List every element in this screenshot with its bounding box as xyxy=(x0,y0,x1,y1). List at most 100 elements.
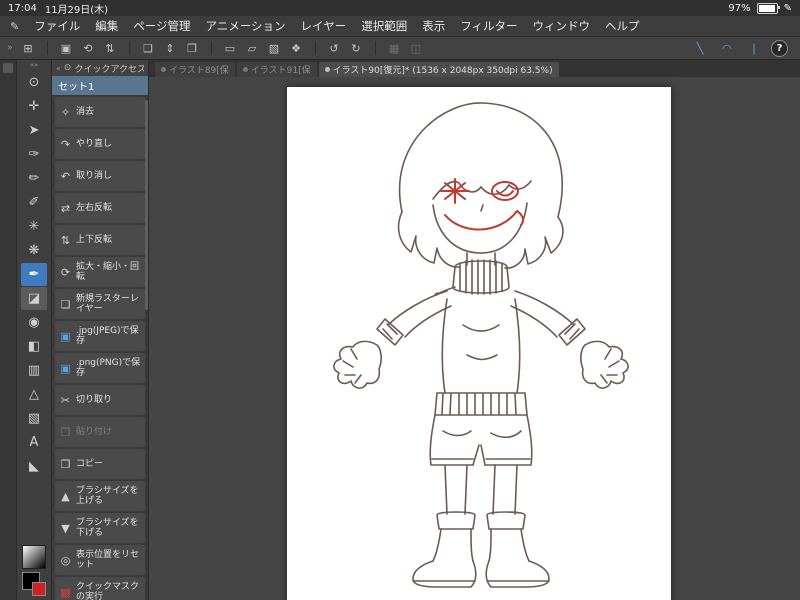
quick-action-flip-horizontal[interactable]: ⇄ 左右反転 xyxy=(55,193,145,223)
quick-access-scrollbar[interactable] xyxy=(145,100,148,310)
decoration-tool[interactable]: ❋ xyxy=(21,239,47,262)
status-left: 17:04 11月29日(木) xyxy=(8,1,108,16)
quick-action-cut[interactable]: ✂ 切り取り xyxy=(55,385,145,415)
quick-action-save-png[interactable]: ▣ .png(PNG)で保存 xyxy=(55,353,145,383)
unsaved-dot xyxy=(324,67,330,72)
crop-icon[interactable]: ❖ xyxy=(286,39,306,57)
selection-tool[interactable]: ▧ xyxy=(21,407,47,430)
collapse-panel-icon[interactable]: » xyxy=(4,39,16,57)
navigate-pages-icon[interactable]: ⇕ xyxy=(160,39,180,57)
ruler-tool[interactable]: ◣ xyxy=(21,455,47,478)
unsaved-dot xyxy=(161,67,166,72)
undo-icon: ↶ xyxy=(60,169,71,183)
menu-file[interactable]: ファイル xyxy=(34,18,80,34)
gradient-swatch[interactable] xyxy=(22,545,46,569)
search-icon[interactable]: ⊙ xyxy=(64,63,72,73)
airbrush-tool[interactable]: ✳ xyxy=(21,215,47,238)
quick-action-paste[interactable]: ❒ 貼り付け xyxy=(55,417,145,447)
document-tab[interactable]: イラスト91[保 xyxy=(236,62,317,77)
workspace-grid-icon[interactable]: ⊞ xyxy=(18,39,38,57)
menu-animation[interactable]: アニメーション xyxy=(206,18,286,34)
quick-action-scale-rotate[interactable]: ⟳ 拡大・縮小・回転 xyxy=(55,257,145,287)
page-manager-icon[interactable]: ▣ xyxy=(56,39,76,57)
canvas-page[interactable] xyxy=(287,87,671,600)
document-tab-active[interactable]: イラスト90[復元]* (1536 x 2048px 350dpi 63.5%) xyxy=(318,62,559,77)
blend-tool[interactable]: ◉ xyxy=(21,311,47,334)
color-swatches xyxy=(21,545,47,596)
status-right: 97% ✎ xyxy=(728,2,792,14)
panel-collapse-icon[interactable]: « xyxy=(56,64,61,73)
menu-help[interactable]: ヘルプ xyxy=(605,18,640,34)
toolbar-separator xyxy=(122,41,130,55)
deselect-icon[interactable]: ▱ xyxy=(242,39,262,57)
menu-filter[interactable]: フィルター xyxy=(460,18,517,34)
rotate-ccw-icon[interactable]: ↺ xyxy=(324,39,344,57)
quick-mask-icon: ▩ xyxy=(60,585,71,599)
quick-action-quick-mask[interactable]: ▩ クイックマスクの実行 xyxy=(55,577,145,600)
canvas-viewport[interactable] xyxy=(149,77,800,600)
left-rail xyxy=(0,60,17,600)
quick-action-brush-size-down[interactable]: ▼ ブラシサイズを下げる xyxy=(55,513,145,543)
erase-icon: ✧ xyxy=(60,105,71,119)
quick-access-header: « ⊙ クイックアクセス xyxy=(52,60,148,76)
palette-handle-icon[interactable] xyxy=(3,63,13,73)
reset-view-icon: ◎ xyxy=(60,553,71,567)
help-button[interactable]: ? xyxy=(771,39,788,57)
quick-action-copy[interactable]: ❐ コピー xyxy=(55,449,145,479)
set-label: セット1 xyxy=(58,82,95,93)
gradient-tool[interactable]: ▥ xyxy=(21,359,47,382)
png-file-icon: ▣ xyxy=(60,361,71,375)
quick-action-new-raster-layer[interactable]: ❏ 新規ラスターレイヤー xyxy=(55,289,145,319)
menu-selection[interactable]: 選択範囲 xyxy=(361,18,407,34)
quick-action-redo[interactable]: ↷ やり直し xyxy=(55,129,145,159)
quick-action-brush-size-up[interactable]: ▲ ブラシサイズを上げる xyxy=(55,481,145,511)
main-area: «» ⊙ ✛ ➤ ✑ ✏ ✐ ✳ ❋ ✒ ◪ ◉ ◧ ▥ △ ▧ A ◣ « ⊙… xyxy=(0,60,800,600)
brush-tool[interactable]: ✐ xyxy=(21,191,47,214)
quick-action-save-jpeg[interactable]: ▣ .jpg(JPEG)で保存 xyxy=(55,321,145,351)
menu-page-management[interactable]: ページ管理 xyxy=(133,18,190,34)
document-tab[interactable]: イラスト89[保 xyxy=(155,62,235,77)
quick-action-reset-view[interactable]: ◎ 表示位置をリセット xyxy=(55,545,145,575)
text-tool[interactable]: A xyxy=(21,431,47,454)
battery-icon xyxy=(756,2,780,14)
quick-action-undo[interactable]: ↶ 取り消し xyxy=(55,161,145,191)
canvas-area: イラスト89[保 イラスト91[保 イラスト90[復元]* (1536 x 20… xyxy=(149,60,800,600)
edit-pencil-icon[interactable]: ✎ xyxy=(10,20,19,33)
eyedropper-tool[interactable]: ✑ xyxy=(21,143,47,166)
flip-vertical-icon: ⇅ xyxy=(60,233,71,247)
sort-pages-icon[interactable]: ⇅ xyxy=(100,39,120,57)
select-area-icon[interactable]: ▭ xyxy=(220,39,240,57)
toolbar-separator xyxy=(40,41,48,55)
curve-tool-icon[interactable]: ◠ xyxy=(717,39,737,57)
rotate-cw-icon[interactable]: ↻ xyxy=(346,39,366,57)
menu-view[interactable]: 表示 xyxy=(422,18,445,34)
eraser-tool[interactable]: ◪ xyxy=(21,286,47,310)
export-icon[interactable]: ❐ xyxy=(182,39,202,57)
tool-palette-collapse-icon[interactable]: «» xyxy=(30,61,39,70)
grid-icon[interactable]: ▦ xyxy=(384,39,404,57)
zoom-tool[interactable]: ⊙ xyxy=(21,71,47,94)
menu-window[interactable]: ウィンドウ xyxy=(532,18,590,34)
new-page-icon[interactable]: ❏ xyxy=(138,39,158,57)
quick-access-set-selector[interactable]: セット1 xyxy=(52,76,148,95)
copy-icon: ❐ xyxy=(60,457,71,471)
stroke-tool-icon[interactable]: ❘ xyxy=(744,39,764,57)
move-tool[interactable]: ✛ xyxy=(21,95,47,118)
fill-tool[interactable]: ◧ xyxy=(21,335,47,358)
pen-tool[interactable]: ✒ xyxy=(21,262,47,286)
invert-selection-icon[interactable]: ▧ xyxy=(264,39,284,57)
sub-color-swatch[interactable] xyxy=(32,582,46,596)
quick-action-flip-vertical[interactable]: ⇅ 上下反転 xyxy=(55,225,145,255)
figure-tool[interactable]: △ xyxy=(21,383,47,406)
line-tool-icon[interactable]: ╲ xyxy=(690,39,710,57)
menu-edit[interactable]: 編集 xyxy=(95,18,118,34)
stabilizer-icon[interactable]: ⟲ xyxy=(78,39,98,57)
pencil-tool[interactable]: ✏ xyxy=(21,167,47,190)
menu-layer[interactable]: レイヤー xyxy=(301,18,347,34)
operation-tool[interactable]: ➤ xyxy=(21,119,47,142)
main-sub-color xyxy=(21,572,47,596)
quick-access-list: ✧ 消去 ↷ やり直し ↶ 取り消し ⇄ 左右反転 ⇅ 上下反転 ⟳ 拡大・縮小… xyxy=(52,95,148,600)
material-panel-icon[interactable]: ◫ xyxy=(406,39,426,57)
toolbar-separator xyxy=(308,41,316,55)
quick-action-erase[interactable]: ✧ 消去 xyxy=(55,97,145,127)
